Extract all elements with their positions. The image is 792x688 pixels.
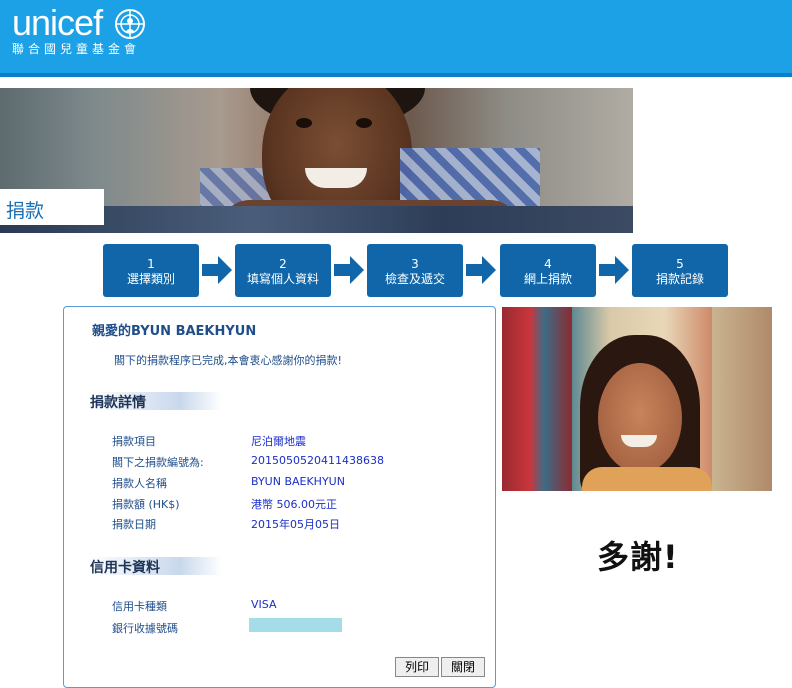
unicef-chinese-name: 聯合國兒童基金會 <box>12 42 141 56</box>
page-title: 捐款 <box>0 189 104 225</box>
unicef-logo[interactable]: unicef <box>12 2 103 44</box>
header-divider <box>0 73 792 77</box>
step-number: 3 <box>411 257 419 271</box>
globe-emblem-icon <box>115 9 145 39</box>
receipt-panel: 親愛的BYUN BAEKHYUN 閣下的捐款程序已完成,本會衷心感謝你的捐款! … <box>63 306 496 688</box>
step-5: 5 捐款記錄 <box>632 244 728 297</box>
step-number: 4 <box>544 257 552 271</box>
row-label: 信用卡種類 <box>112 600 167 613</box>
row-value: 2015年05月05日 <box>251 518 340 531</box>
card-info-heading: 信用卡資料 <box>82 555 222 576</box>
arrow-right-icon <box>466 256 496 284</box>
step-number: 2 <box>279 257 287 271</box>
step-number: 5 <box>676 257 684 271</box>
arrow-right-icon <box>599 256 629 284</box>
section-title: 信用卡資料 <box>90 560 160 576</box>
step-label: 選擇類別 <box>126 272 175 286</box>
donation-details-heading: 捐款詳情 <box>82 390 222 411</box>
row-value: 尼泊爾地震 <box>251 435 306 448</box>
row-value: 201505052041143863​8 <box>251 454 384 467</box>
masked-receipt-number <box>249 618 342 632</box>
row-label: 捐款額 (HK$) <box>112 498 180 511</box>
step-2: 2 填寫個人資料 <box>235 244 331 297</box>
row-value: BYUN BAEKHYUN <box>251 475 345 488</box>
arrow-right-icon <box>202 256 232 284</box>
site-header: unicef 聯合國兒童基金會 <box>0 0 792 73</box>
row-value: VISA <box>251 598 277 611</box>
thank-you-text: 多謝! <box>597 538 679 576</box>
close-button[interactable]: 關閉 <box>441 657 485 677</box>
step-label: 填寫個人資料 <box>246 272 319 286</box>
page-title-text: 捐款 <box>6 200 45 222</box>
step-1: 1 選擇類別 <box>103 244 199 297</box>
step-label: 捐款記錄 <box>655 272 704 286</box>
step-4: 4 網上捐款 <box>500 244 596 297</box>
step-3: 3 檢查及遞交 <box>367 244 463 297</box>
greeting: 親愛的BYUN BAEKHYUN <box>92 324 257 339</box>
row-label: 捐款日期 <box>112 518 156 531</box>
section-title: 捐款詳情 <box>90 395 146 411</box>
arrow-right-icon <box>334 256 364 284</box>
row-label: 捐款項目 <box>112 435 156 448</box>
row-label: 閣下之捐款編號為: <box>112 456 204 469</box>
print-button[interactable]: 列印 <box>395 657 439 677</box>
row-label: 捐款人名稱 <box>112 477 167 490</box>
step-label: 網上捐款 <box>523 272 572 286</box>
step-label: 檢查及遞交 <box>384 272 445 286</box>
completion-message: 閣下的捐款程序已完成,本會衷心感謝你的捐款! <box>114 354 342 367</box>
child-photo <box>502 307 772 491</box>
row-label: 銀行收據號碼 <box>112 622 178 635</box>
row-value: 港幣 506.00元正 <box>251 498 337 511</box>
step-number: 1 <box>147 257 155 271</box>
